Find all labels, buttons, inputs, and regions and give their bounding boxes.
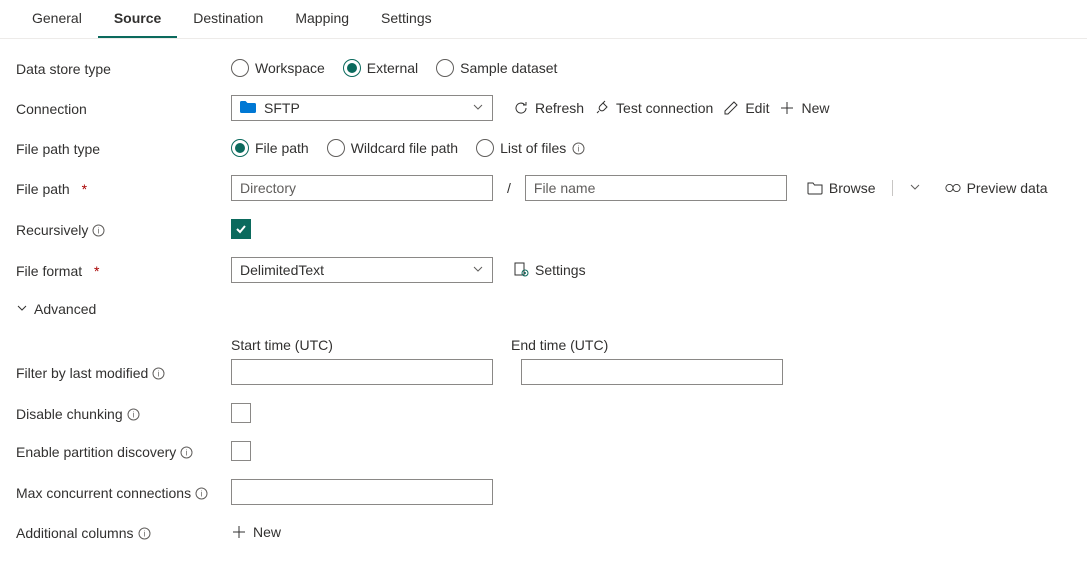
start-time-input[interactable] [231,359,493,385]
tab-destination[interactable]: Destination [177,0,279,38]
svg-text:i: i [132,410,134,419]
enable-partition-discovery-checkbox[interactable] [231,441,251,461]
chevron-down-icon [16,301,28,317]
svg-text:i: i [578,144,580,153]
info-icon[interactable]: i [195,487,208,500]
preview-icon [945,180,961,196]
new-connection-button[interactable]: New [779,100,829,116]
browse-folder-icon [807,180,823,196]
svg-text:i: i [186,448,188,457]
browse-button[interactable]: Browse [807,180,876,196]
tab-source[interactable]: Source [98,0,177,38]
divider [892,180,893,196]
file-format-value: DelimitedText [240,262,324,278]
label-data-store-type: Data store type [16,59,231,77]
info-icon[interactable]: i [180,446,193,459]
radio-file-path[interactable]: File path [231,139,309,157]
refresh-button[interactable]: Refresh [513,100,584,116]
tab-bar: General Source Destination Mapping Setti… [0,0,1087,39]
svg-text:i: i [201,489,203,498]
max-concurrent-connections-input[interactable] [231,479,493,505]
plus-icon [779,100,795,116]
test-connection-button[interactable]: Test connection [594,100,713,116]
info-icon[interactable]: i [127,408,140,421]
radio-external-label: External [367,60,418,76]
label-file-format: File format * [16,261,231,279]
svg-text:i: i [98,226,100,235]
file-path-type-group: File path Wildcard file path List of fil… [231,139,585,157]
radio-sample-dataset[interactable]: Sample dataset [436,59,557,77]
directory-input[interactable] [231,175,493,201]
preview-data-button[interactable]: Preview data [945,180,1048,196]
radio-workspace-label: Workspace [255,60,325,76]
info-icon[interactable]: i [152,367,165,380]
svg-text:i: i [158,369,160,378]
plus-icon [231,524,247,540]
file-format-select[interactable]: DelimitedText [231,257,493,283]
radio-file-path-label: File path [255,140,309,156]
label-recursively: Recursively i [16,220,231,238]
radio-wildcard[interactable]: Wildcard file path [327,139,458,157]
chevron-down-icon [472,262,484,278]
chevron-down-icon [472,100,484,116]
tab-mapping[interactable]: Mapping [279,0,365,38]
label-max-concurrent-connections: Max concurrent connections i [16,483,231,501]
info-icon[interactable]: i [572,142,585,155]
tab-settings[interactable]: Settings [365,0,448,38]
radio-list-of-files-label: List of files [500,140,566,156]
settings-icon [513,262,529,278]
radio-sample-dataset-label: Sample dataset [460,60,557,76]
disable-chunking-checkbox[interactable] [231,403,251,423]
connection-select[interactable]: SFTP [231,95,493,121]
browse-chevron-icon[interactable] [909,180,921,196]
filename-input[interactable] [525,175,787,201]
label-additional-columns: Additional columns i [16,523,231,541]
recursively-checkbox[interactable] [231,219,251,239]
svg-text:i: i [143,529,145,538]
radio-external[interactable]: External [343,59,418,77]
new-column-button[interactable]: New [231,524,281,540]
folder-icon [240,100,256,116]
label-file-path-type: File path type [16,139,231,157]
label-file-path: File path * [16,179,231,197]
refresh-icon [513,100,529,116]
tab-general[interactable]: General [16,0,98,38]
data-store-type-group: Workspace External Sample dataset [231,59,557,77]
label-connection: Connection [16,99,231,117]
label-start-time: Start time (UTC) [231,337,511,353]
radio-workspace[interactable]: Workspace [231,59,325,77]
label-enable-partition-discovery: Enable partition discovery i [16,442,231,460]
file-format-settings-button[interactable]: Settings [513,262,586,278]
end-time-input[interactable] [521,359,783,385]
radio-list-of-files[interactable]: List of files i [476,139,585,157]
test-connection-icon [594,100,610,116]
edit-button[interactable]: Edit [723,100,769,116]
path-separator: / [503,180,515,196]
label-end-time: End time (UTC) [511,337,608,353]
info-icon[interactable]: i [138,527,151,540]
edit-icon [723,100,739,116]
info-icon[interactable]: i [92,224,105,237]
connection-value: SFTP [264,100,300,116]
label-filter-by-last-modified: Filter by last modified i [16,363,231,381]
label-disable-chunking: Disable chunking i [16,404,231,422]
advanced-toggle[interactable]: Advanced [16,301,1071,317]
radio-wildcard-label: Wildcard file path [351,140,458,156]
